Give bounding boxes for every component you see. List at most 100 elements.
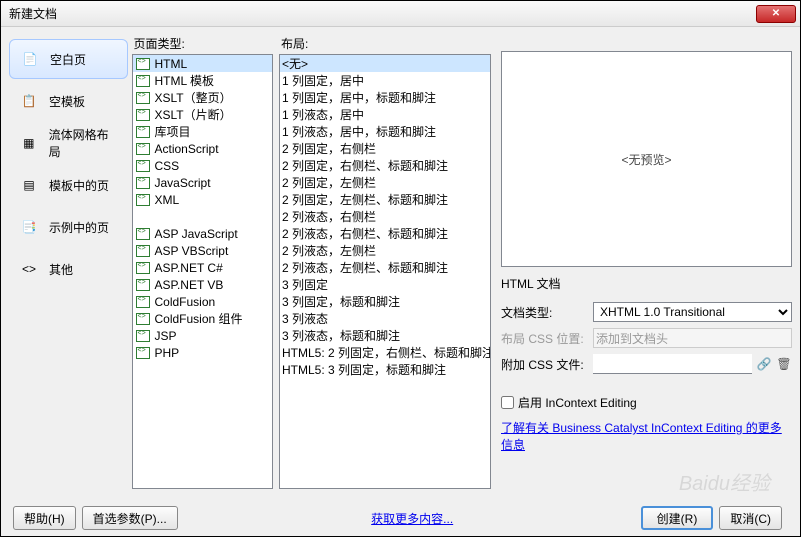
category-nav: 📄空白页 📋 空模板 ▦流体网格布局▤模板中的页 📑 示例中的页 <>其他 — [9, 35, 132, 489]
nav-label: 示例中的页 — [49, 219, 109, 236]
page-type-item[interactable] — [133, 208, 273, 225]
layout-text: 2 列液态，左侧栏、标题和脚注 — [282, 259, 448, 276]
layout-text: 3 列液态，标题和脚注 — [282, 327, 400, 344]
nav-icon: ▦ — [17, 133, 41, 153]
page-type-item[interactable]: CSS — [133, 157, 273, 174]
learn-more-link[interactable]: 了解有关 Business Catalyst InContext Editing… — [501, 419, 792, 453]
preview-box: <无预览> — [501, 51, 792, 267]
layout-text: 3 列固定，标题和脚注 — [282, 293, 400, 310]
layout-list[interactable]: <无>1 列固定，居中1 列固定，居中，标题和脚注1 列液态，居中1 列液态，居… — [279, 54, 491, 489]
file-icon — [135, 227, 151, 241]
layout-text: 2 列液态，右侧栏 — [282, 208, 376, 225]
file-icon — [135, 329, 151, 343]
layout-item[interactable]: 2 列固定，右侧栏、标题和脚注 — [280, 157, 490, 174]
more-content-link[interactable]: 获取更多内容... — [371, 512, 453, 526]
page-type-text: ASP.NET C# — [155, 261, 223, 275]
file-icon — [135, 193, 151, 207]
nav-item-0[interactable]: 📄空白页 — [9, 39, 128, 79]
page-type-item[interactable]: XML — [133, 191, 273, 208]
page-type-text: ASP JavaScript — [155, 227, 238, 241]
layout-item[interactable]: HTML5: 3 列固定，标题和脚注 — [280, 361, 490, 378]
page-type-text: ColdFusion — [155, 295, 216, 309]
file-icon — [135, 74, 151, 88]
page-type-item[interactable]: ASP JavaScript — [133, 225, 273, 242]
nav-item-4[interactable]: 📑 示例中的页 — [9, 207, 128, 247]
file-icon — [135, 125, 151, 139]
layout-item[interactable]: 3 列固定 — [280, 276, 490, 293]
page-type-item[interactable]: 库项目 — [133, 123, 273, 140]
layout-text: 2 列固定，右侧栏、标题和脚注 — [282, 157, 448, 174]
page-type-item[interactable]: XSLT（片断） — [133, 106, 273, 123]
layout-item[interactable]: 2 列固定，左侧栏、标题和脚注 — [280, 191, 490, 208]
layout-item[interactable]: 1 列液态，居中，标题和脚注 — [280, 123, 490, 140]
link-icon[interactable]: 🔗 — [756, 356, 772, 372]
nav-item-5[interactable]: <>其他 — [9, 249, 128, 289]
page-type-item[interactable]: ASP.NET C# — [133, 259, 273, 276]
layout-item[interactable]: 3 列固定，标题和脚注 — [280, 293, 490, 310]
doctype-select[interactable]: XHTML 1.0 Transitional — [593, 302, 792, 322]
page-type-item[interactable]: ASP.NET VB — [133, 276, 273, 293]
layout-item[interactable]: 2 列液态，右侧栏 — [280, 208, 490, 225]
layout-text: HTML5: 3 列固定，标题和脚注 — [282, 361, 446, 378]
page-type-item[interactable]: HTML — [133, 55, 273, 72]
page-type-item[interactable]: ASP VBScript — [133, 242, 273, 259]
nav-icon: 📑 — [17, 217, 41, 237]
page-type-item[interactable]: ColdFusion — [133, 293, 273, 310]
layout-item[interactable]: 2 列液态，左侧栏 — [280, 242, 490, 259]
page-type-text: ASP VBScript — [155, 244, 229, 258]
page-type-item[interactable]: JSP — [133, 327, 273, 344]
layout-text: 1 列固定，居中 — [282, 72, 364, 89]
file-icon — [135, 176, 151, 190]
page-type-text: XSLT（整页） — [155, 89, 232, 106]
layout-item[interactable]: <无> — [280, 55, 490, 72]
close-button[interactable]: ✕ — [756, 5, 796, 23]
page-type-item[interactable]: XSLT（整页） — [133, 89, 273, 106]
layout-text: 1 列液态，居中，标题和脚注 — [282, 123, 436, 140]
nav-icon: 📄 — [18, 49, 42, 69]
layout-text: 2 列固定，右侧栏 — [282, 140, 376, 157]
page-type-item[interactable]: JavaScript — [133, 174, 273, 191]
page-type-text: ColdFusion 组件 — [155, 310, 243, 327]
layout-text: <无> — [282, 55, 308, 72]
layout-item[interactable]: 3 列液态，标题和脚注 — [280, 327, 490, 344]
page-type-text: HTML — [155, 57, 188, 71]
layout-item[interactable]: 2 列固定，左侧栏 — [280, 174, 490, 191]
prefs-button[interactable]: 首选参数(P)... — [82, 506, 178, 530]
incontext-checkbox[interactable] — [501, 396, 514, 409]
layout-item[interactable]: 1 列液态，居中 — [280, 106, 490, 123]
page-type-item[interactable]: ActionScript — [133, 140, 273, 157]
trash-icon[interactable]: 🗑 — [776, 356, 792, 372]
file-icon — [135, 278, 151, 292]
nav-label: 空模板 — [49, 93, 85, 110]
file-icon — [135, 159, 151, 173]
page-type-list[interactable]: HTMLHTML 模板XSLT（整页）XSLT（片断）库项目ActionScri… — [132, 54, 274, 489]
layout-item[interactable]: 1 列固定，居中，标题和脚注 — [280, 89, 490, 106]
page-type-item[interactable]: ColdFusion 组件 — [133, 310, 273, 327]
layout-item[interactable]: 3 列液态 — [280, 310, 490, 327]
cancel-button[interactable]: 取消(C) — [719, 506, 782, 530]
nav-label: 其他 — [49, 261, 73, 278]
layout-item[interactable]: 2 列固定，右侧栏 — [280, 140, 490, 157]
nav-item-2[interactable]: ▦流体网格布局 — [9, 123, 128, 163]
layout-item[interactable]: 2 列液态，右侧栏、标题和脚注 — [280, 225, 490, 242]
layout-item[interactable]: HTML5: 2 列固定，右侧栏、标题和脚注 — [280, 344, 490, 361]
attach-css-label: 附加 CSS 文件: — [501, 356, 593, 373]
nav-icon: 📋 — [17, 91, 41, 111]
nav-item-1[interactable]: 📋 空模板 — [9, 81, 128, 121]
page-type-text: 库项目 — [155, 123, 191, 140]
layout-css-input — [593, 328, 792, 348]
page-type-text: HTML 模板 — [155, 72, 215, 89]
layout-item[interactable]: 2 列液态，左侧栏、标题和脚注 — [280, 259, 490, 276]
attach-css-input[interactable] — [593, 354, 752, 374]
file-icon — [135, 108, 151, 122]
page-type-item[interactable]: PHP — [133, 344, 273, 361]
layout-item[interactable]: 1 列固定，居中 — [280, 72, 490, 89]
page-type-item[interactable]: HTML 模板 — [133, 72, 273, 89]
nav-item-3[interactable]: ▤模板中的页 — [9, 165, 128, 205]
create-button[interactable]: 创建(R) — [641, 506, 714, 530]
help-button[interactable]: 帮助(H) — [13, 506, 76, 530]
file-icon — [135, 91, 151, 105]
file-icon — [135, 295, 151, 309]
dialog-title: 新建文档 — [9, 5, 756, 22]
layout-text: 1 列固定，居中，标题和脚注 — [282, 89, 436, 106]
